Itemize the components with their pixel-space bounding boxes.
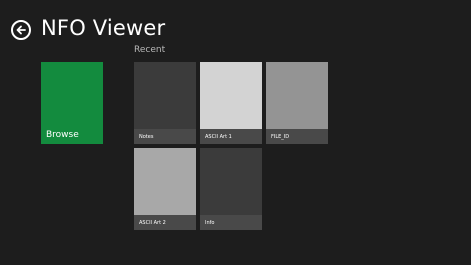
browse-tile[interactable]: Browse [41,62,103,144]
file-tile-label: Info [200,215,262,230]
file-tile-label: ASCII Art 1 [200,129,262,144]
recent-label: Recent [134,45,166,55]
back-arrow-icon [16,25,26,35]
back-button[interactable] [11,20,31,40]
recent-files-grid: Notes ASCII Art 1 FILE_ID ASCII Art 2 In… [134,62,330,230]
file-tile-label: Notes [134,129,196,144]
file-tile-info[interactable]: Info [200,148,262,230]
file-tile-label: ASCII Art 2 [134,215,196,230]
file-tile-ascii-art-1[interactable]: ASCII Art 1 [200,62,262,144]
app-title: NFO Viewer [41,16,166,40]
file-tile-file-id[interactable]: FILE_ID [266,62,328,144]
browse-label: Browse [46,130,79,140]
file-tile-label: FILE_ID [266,129,328,144]
file-tile-notes[interactable]: Notes [134,62,196,144]
file-tile-ascii-art-2[interactable]: ASCII Art 2 [134,148,196,230]
